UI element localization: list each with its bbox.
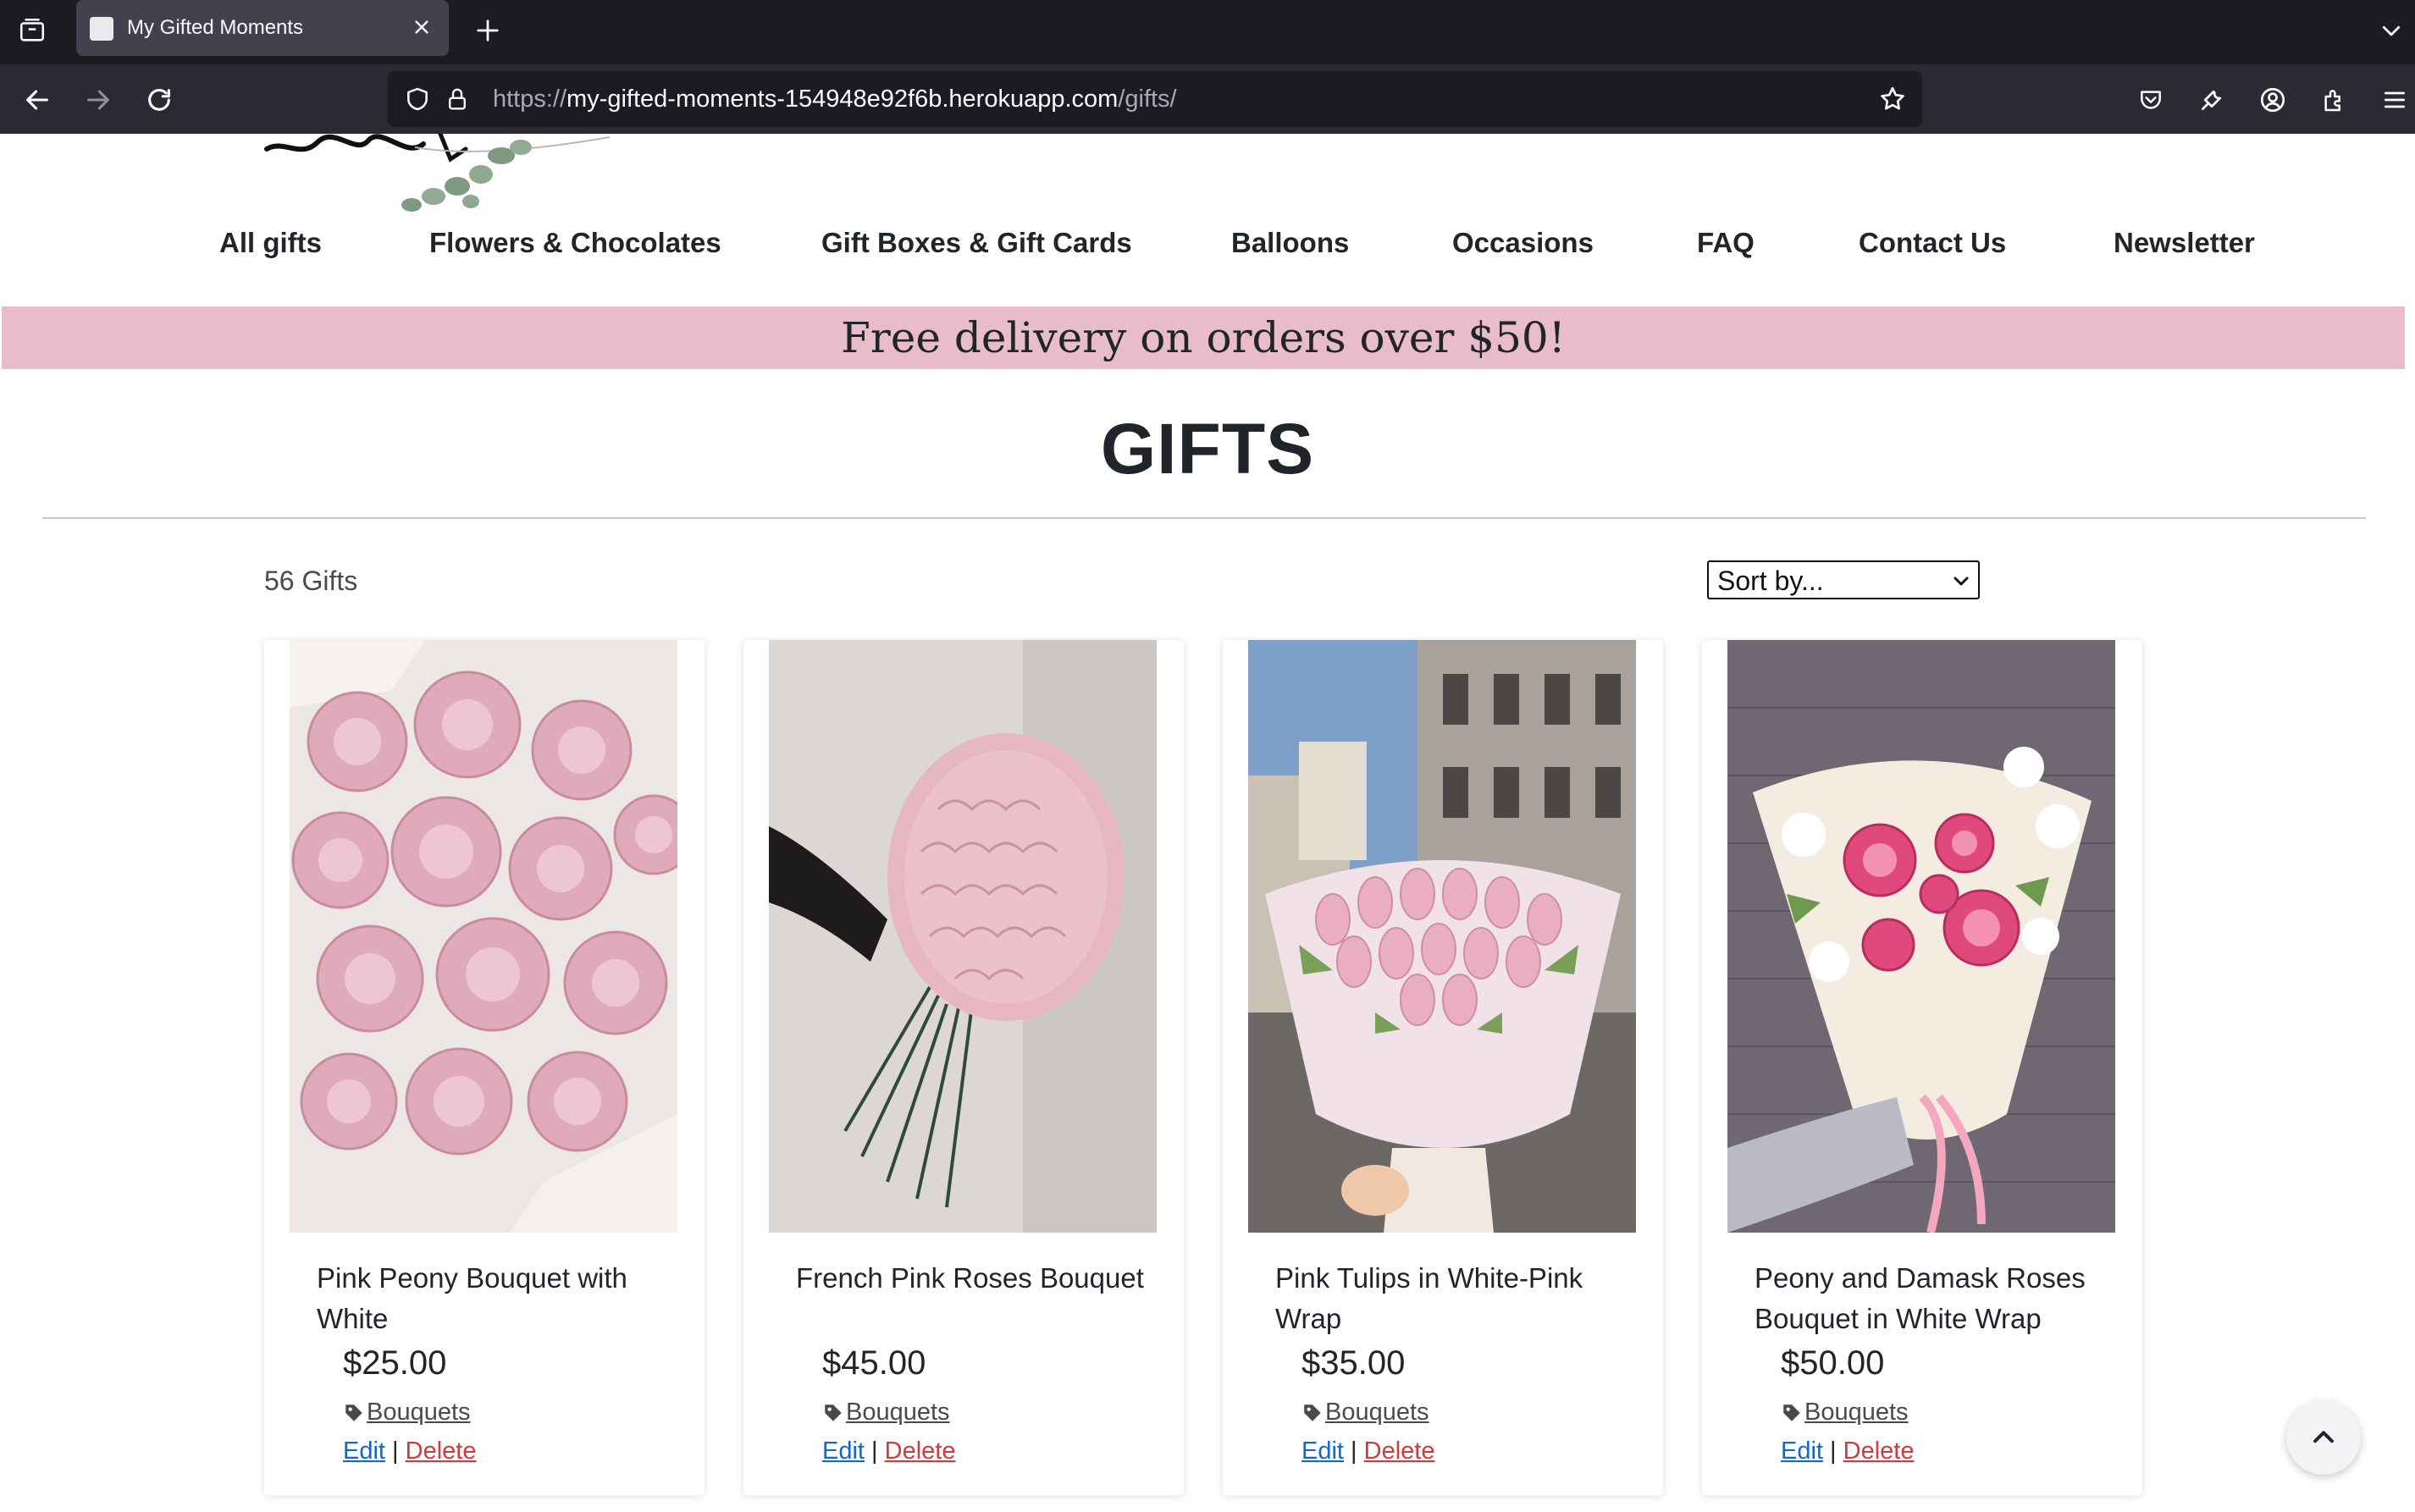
product-card: French Pink Roses Bouquet $45.00 Bouquet…: [743, 640, 1184, 1495]
product-admin-actions: Edit | Delete: [822, 1438, 955, 1465]
product-image-french-pink-roses[interactable]: [769, 640, 1157, 1233]
edit-link[interactable]: Edit: [343, 1438, 385, 1465]
product-admin-actions: Edit | Delete: [343, 1438, 476, 1465]
nav-link-contact-us[interactable]: Contact Us: [1859, 227, 2006, 259]
product-card: Pink Tulips in White-Pink Wrap $35.00 Bo…: [1223, 640, 1663, 1495]
browser-tab-active[interactable]: My Gifted Moments: [76, 0, 449, 56]
menu-icon[interactable]: [2374, 80, 2415, 120]
category-link[interactable]: Bouquets: [846, 1399, 950, 1426]
edit-link[interactable]: Edit: [1781, 1438, 1823, 1465]
tag-icon: [825, 1404, 842, 1421]
action-separator: |: [1351, 1438, 1357, 1465]
url-host: my-gifted-moments-154948e92f6b.herokuapp…: [566, 86, 1119, 113]
new-tab-icon[interactable]: [469, 12, 506, 49]
action-separator: |: [1830, 1438, 1837, 1465]
site-logo[interactable]: [212, 134, 618, 212]
nav-link-newsletter[interactable]: Newsletter: [2114, 227, 2255, 259]
account-icon[interactable]: [2252, 80, 2293, 120]
list-all-tabs-chevron-icon[interactable]: [2373, 12, 2410, 49]
category-link[interactable]: Bouquets: [367, 1399, 471, 1426]
product-card: Pink Peony Bouquet with White $25.00 Bou…: [264, 640, 705, 1495]
site-favicon-icon: [90, 17, 113, 41]
back-to-top-button[interactable]: [2286, 1400, 2361, 1475]
gift-count: 56 Gifts: [264, 566, 358, 596]
heading-divider: [42, 517, 2366, 519]
product-image-peony-damask-roses[interactable]: [1727, 640, 2115, 1233]
delivery-banner: Free delivery on orders over $50!: [2, 306, 2405, 369]
tag-icon: [345, 1404, 362, 1421]
nav-link-faq[interactable]: FAQ: [1697, 227, 1755, 259]
delivery-banner-text: Free delivery on orders over $50!: [841, 313, 1566, 362]
lock-icon[interactable]: [440, 80, 474, 119]
reload-icon[interactable]: [139, 80, 180, 120]
category-link[interactable]: Bouquets: [1325, 1399, 1429, 1426]
tag-icon: [1783, 1404, 1800, 1421]
product-price: $45.00: [822, 1344, 926, 1382]
product-title[interactable]: French Pink Roses Bouquet: [796, 1258, 1160, 1299]
nav-link-balloons[interactable]: Balloons: [1231, 227, 1349, 259]
address-bar[interactable]: https://my-gifted-moments-154948e92f6b.h…: [388, 71, 1922, 127]
edit-link[interactable]: Edit: [1301, 1438, 1344, 1465]
nav-link-gift-boxes-gift-cards[interactable]: Gift Boxes & Gift Cards: [821, 227, 1132, 259]
page-title: GIFTS: [1100, 409, 1315, 488]
close-tab-icon[interactable]: [406, 12, 437, 42]
sort-select[interactable]: Sort by...: [1707, 560, 1980, 599]
delete-link[interactable]: Delete: [885, 1438, 956, 1465]
action-separator: |: [871, 1438, 878, 1465]
product-card: Peony and Damask Roses Bouquet in White …: [1702, 640, 2142, 1495]
product-price: $50.00: [1781, 1344, 1885, 1382]
product-admin-actions: Edit | Delete: [1781, 1438, 1914, 1465]
tab-title: My Gifted Moments: [127, 16, 304, 39]
url-scheme: https://: [493, 86, 567, 113]
wrench-icon[interactable]: [2191, 80, 2232, 120]
tab-list-icon[interactable]: [14, 12, 51, 49]
nav-link-flowers-chocolates[interactable]: Flowers & Chocolates: [429, 227, 721, 259]
edit-link[interactable]: Edit: [822, 1438, 865, 1465]
tag-icon: [1304, 1404, 1321, 1421]
delete-link[interactable]: Delete: [1843, 1438, 1915, 1465]
pocket-icon[interactable]: [2130, 80, 2171, 120]
tracking-protection-shield-icon[interactable]: [398, 80, 437, 119]
main-navigation: All gifts Flowers & Chocolates Gift Boxe…: [0, 227, 2415, 295]
delete-link[interactable]: Delete: [1364, 1438, 1435, 1465]
product-title[interactable]: Pink Peony Bouquet with White: [317, 1258, 681, 1339]
product-title[interactable]: Peony and Damask Roses Bouquet in White …: [1755, 1258, 2119, 1339]
product-admin-actions: Edit | Delete: [1301, 1438, 1434, 1465]
chevron-down-icon: [1954, 577, 1969, 586]
delete-link[interactable]: Delete: [406, 1438, 477, 1465]
url-path: /gifts/: [1118, 86, 1177, 113]
product-price: $35.00: [1301, 1344, 1406, 1382]
product-image-pink-peony[interactable]: [290, 640, 677, 1233]
url-text[interactable]: https://my-gifted-moments-154948e92f6b.h…: [493, 86, 1177, 113]
category-link[interactable]: Bouquets: [1804, 1399, 1909, 1426]
sort-select-value: Sort by...: [1717, 566, 1824, 596]
browser-toolbar: https://my-gifted-moments-154948e92f6b.h…: [0, 64, 2415, 134]
browser-tab-bar: My Gifted Moments: [0, 0, 2415, 64]
product-image-pink-tulips[interactable]: [1248, 640, 1636, 1233]
nav-link-occasions[interactable]: Occasions: [1452, 227, 1594, 259]
bookmark-star-icon[interactable]: [1873, 80, 1912, 119]
chevron-up-icon: [2313, 1431, 2334, 1443]
extensions-icon[interactable]: [2313, 80, 2354, 120]
action-separator: |: [392, 1438, 399, 1465]
product-price: $25.00: [343, 1344, 447, 1382]
nav-link-all-gifts[interactable]: All gifts: [219, 227, 322, 259]
back-arrow-icon[interactable]: [17, 80, 58, 120]
page-content: All gifts Flowers & Chocolates Gift Boxe…: [0, 134, 2415, 1512]
forward-arrow-icon[interactable]: [78, 80, 119, 120]
product-title[interactable]: Pink Tulips in White-Pink Wrap: [1275, 1258, 1639, 1339]
